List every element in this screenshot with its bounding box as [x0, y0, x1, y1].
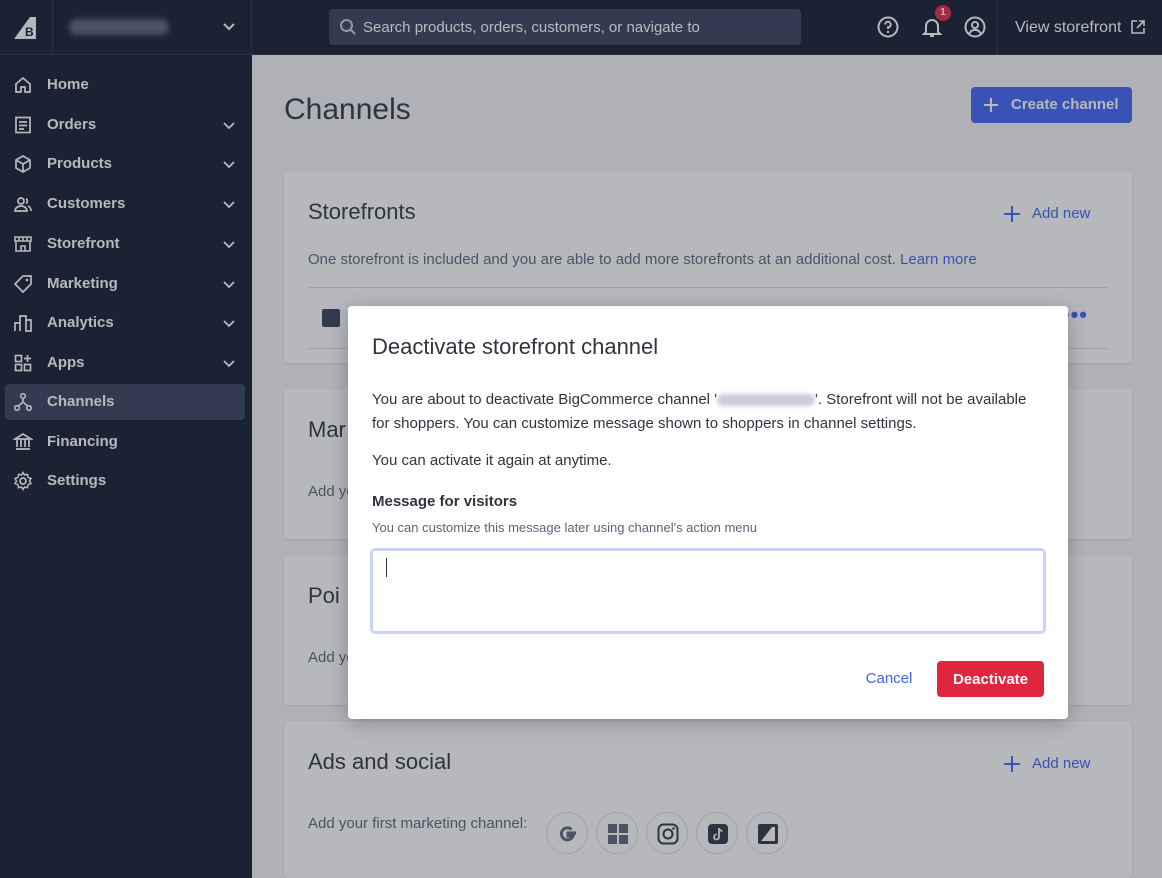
message-hint: You can customize this message later usi…: [372, 520, 757, 535]
dialog-reactivate-text: You can activate it again at anytime.: [372, 452, 612, 469]
visitor-message-textarea[interactable]: [370, 548, 1046, 634]
cancel-button[interactable]: Cancel: [852, 661, 926, 697]
message-label: Message for visitors: [372, 493, 518, 510]
deactivate-button[interactable]: Deactivate: [937, 661, 1044, 697]
text-cursor: [386, 558, 387, 577]
redacted-channel-name: [717, 394, 816, 407]
dialog-body-text: You are about to deactivate BigCommerce …: [372, 388, 1044, 436]
deactivate-channel-dialog: Deactivate storefront channel You are ab…: [348, 306, 1068, 719]
dialog-title: Deactivate storefront channel: [372, 334, 659, 359]
body-prefix: You are about to deactivate BigCommerce …: [372, 391, 718, 408]
